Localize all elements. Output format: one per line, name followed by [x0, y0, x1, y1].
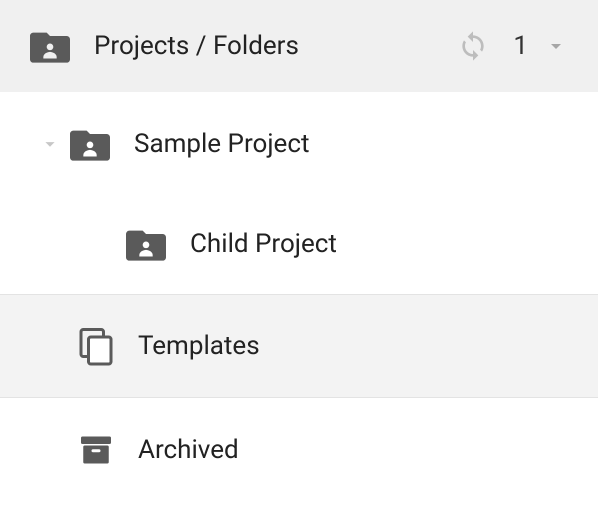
tree-item-sample-project[interactable]: Sample Project [0, 94, 598, 194]
folder-shared-icon [126, 226, 166, 262]
section-templates[interactable]: Templates [0, 294, 598, 398]
copy-icon [78, 326, 114, 366]
folder-shared-icon [30, 28, 70, 64]
archive-icon [78, 432, 114, 468]
tree-item-child-project[interactable]: Child Project [0, 194, 598, 294]
tree-item-label: Sample Project [134, 129, 309, 159]
section-label: Templates [138, 331, 260, 361]
section-archived[interactable]: Archived [0, 398, 598, 502]
chevron-down-icon[interactable] [544, 34, 568, 58]
sync-icon[interactable] [457, 30, 489, 62]
chevron-down-icon[interactable] [30, 133, 70, 155]
header-title: Projects / Folders [94, 31, 457, 61]
projects-tree: Sample Project Child Project Templates [0, 92, 598, 502]
folder-shared-icon [70, 126, 110, 162]
projects-count: 1 [513, 31, 528, 61]
tree-item-label: Child Project [190, 229, 337, 259]
section-label: Archived [138, 435, 239, 465]
projects-header[interactable]: Projects / Folders 1 [0, 0, 598, 92]
